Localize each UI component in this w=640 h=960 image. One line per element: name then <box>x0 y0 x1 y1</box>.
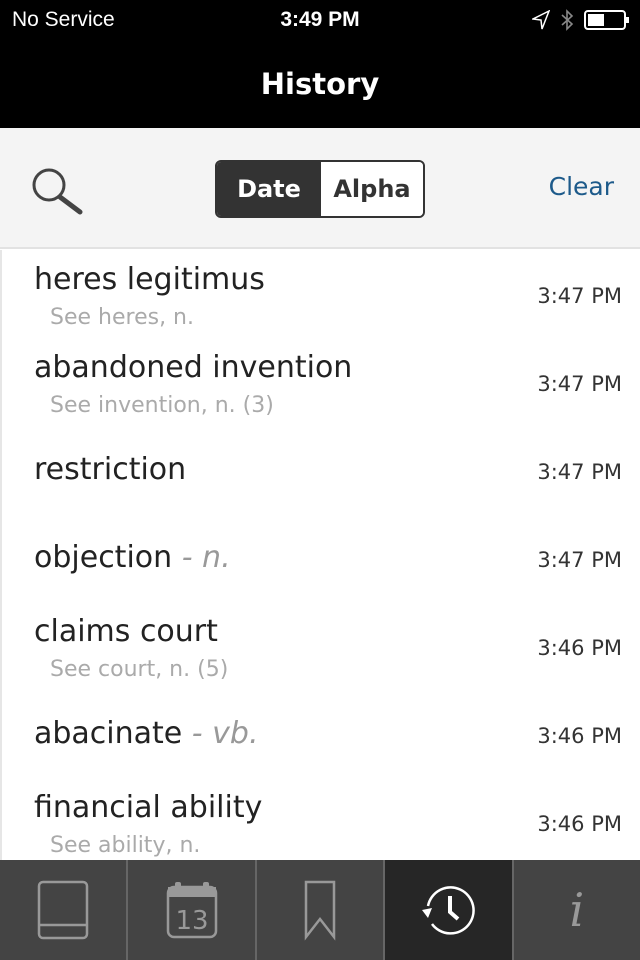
bookmark-icon <box>304 880 336 941</box>
calendar-date: 13 <box>175 906 208 936</box>
battery-icon <box>584 10 629 30</box>
location-icon <box>532 10 550 30</box>
list-item[interactable]: abacinate - vb. 3:46 PM <box>2 690 640 778</box>
entry-reference: See heres, n. <box>50 305 194 330</box>
history-list: heres legitimus See heres, n. 3:47 PM aband… <box>0 250 640 860</box>
term-text: abandoned invention <box>34 350 353 385</box>
list-item[interactable]: abandoned invention See invention, n. (3)… <box>2 338 640 426</box>
entry-time: 3:47 PM <box>537 548 622 572</box>
info-icon: i <box>569 883 585 937</box>
term-text: heres legitimus <box>34 262 265 297</box>
segment-alpha[interactable]: Alpha <box>321 162 423 216</box>
entry-reference: See court, n. (5) <box>50 657 229 682</box>
list-item[interactable]: objection - n. 3:47 PM <box>2 514 640 602</box>
entry-time: 3:47 PM <box>537 284 622 308</box>
entry-time: 3:47 PM <box>537 460 622 484</box>
tab-bar: 13 i <box>0 860 640 960</box>
tab-info[interactable]: i <box>514 860 640 960</box>
entry-reference: See ability, n. <box>50 833 201 858</box>
entry-term: abacinate - vb. <box>34 716 259 751</box>
term-text: objection <box>34 540 173 575</box>
page-title: History <box>0 40 640 128</box>
part-of-speech: - vb. <box>182 716 259 751</box>
part-of-speech: - n. <box>172 540 231 575</box>
entry-term: restriction <box>34 452 186 487</box>
entry-term: abandoned invention <box>34 350 352 385</box>
entry-time: 3:46 PM <box>537 636 622 660</box>
status-bar: No Service 3:49 PM <box>0 0 640 40</box>
entry-term: objection - n. <box>34 540 231 575</box>
bluetooth-icon <box>561 9 574 31</box>
term-text: abacinate <box>34 716 183 751</box>
tab-word-of-day[interactable]: 13 <box>128 860 257 960</box>
toolbar: Date Alpha Clear <box>0 128 640 249</box>
tab-history[interactable] <box>385 860 514 960</box>
search-icon[interactable] <box>30 166 86 216</box>
entry-term: heres legitimus <box>34 262 265 297</box>
sort-segmented-control: Date Alpha <box>215 160 425 218</box>
term-text: claims court <box>34 614 218 649</box>
tab-bookmarks[interactable] <box>257 860 386 960</box>
entry-term: financial ability <box>34 790 262 825</box>
segment-date[interactable]: Date <box>217 162 321 216</box>
entry-reference: See invention, n. (3) <box>50 393 274 418</box>
term-text: restriction <box>34 452 187 487</box>
list-item[interactable]: restriction 3:47 PM <box>2 426 640 514</box>
clear-button[interactable]: Clear <box>549 172 614 201</box>
entry-time: 3:46 PM <box>537 724 622 748</box>
entry-term: claims court <box>34 614 218 649</box>
list-item[interactable]: heres legitimus See heres, n. 3:47 PM <box>2 250 640 338</box>
calendar-icon: 13 <box>166 882 217 939</box>
tab-dictionary[interactable] <box>0 860 129 960</box>
list-item[interactable]: financial ability See ability, n. 3:46 PM <box>2 778 640 860</box>
entry-time: 3:46 PM <box>537 812 622 836</box>
list-item[interactable]: claims court See court, n. (5) 3:46 PM <box>2 602 640 690</box>
term-text: financial ability <box>34 790 263 825</box>
entry-time: 3:47 PM <box>537 372 622 396</box>
book-icon <box>37 880 89 940</box>
history-icon <box>422 886 476 935</box>
